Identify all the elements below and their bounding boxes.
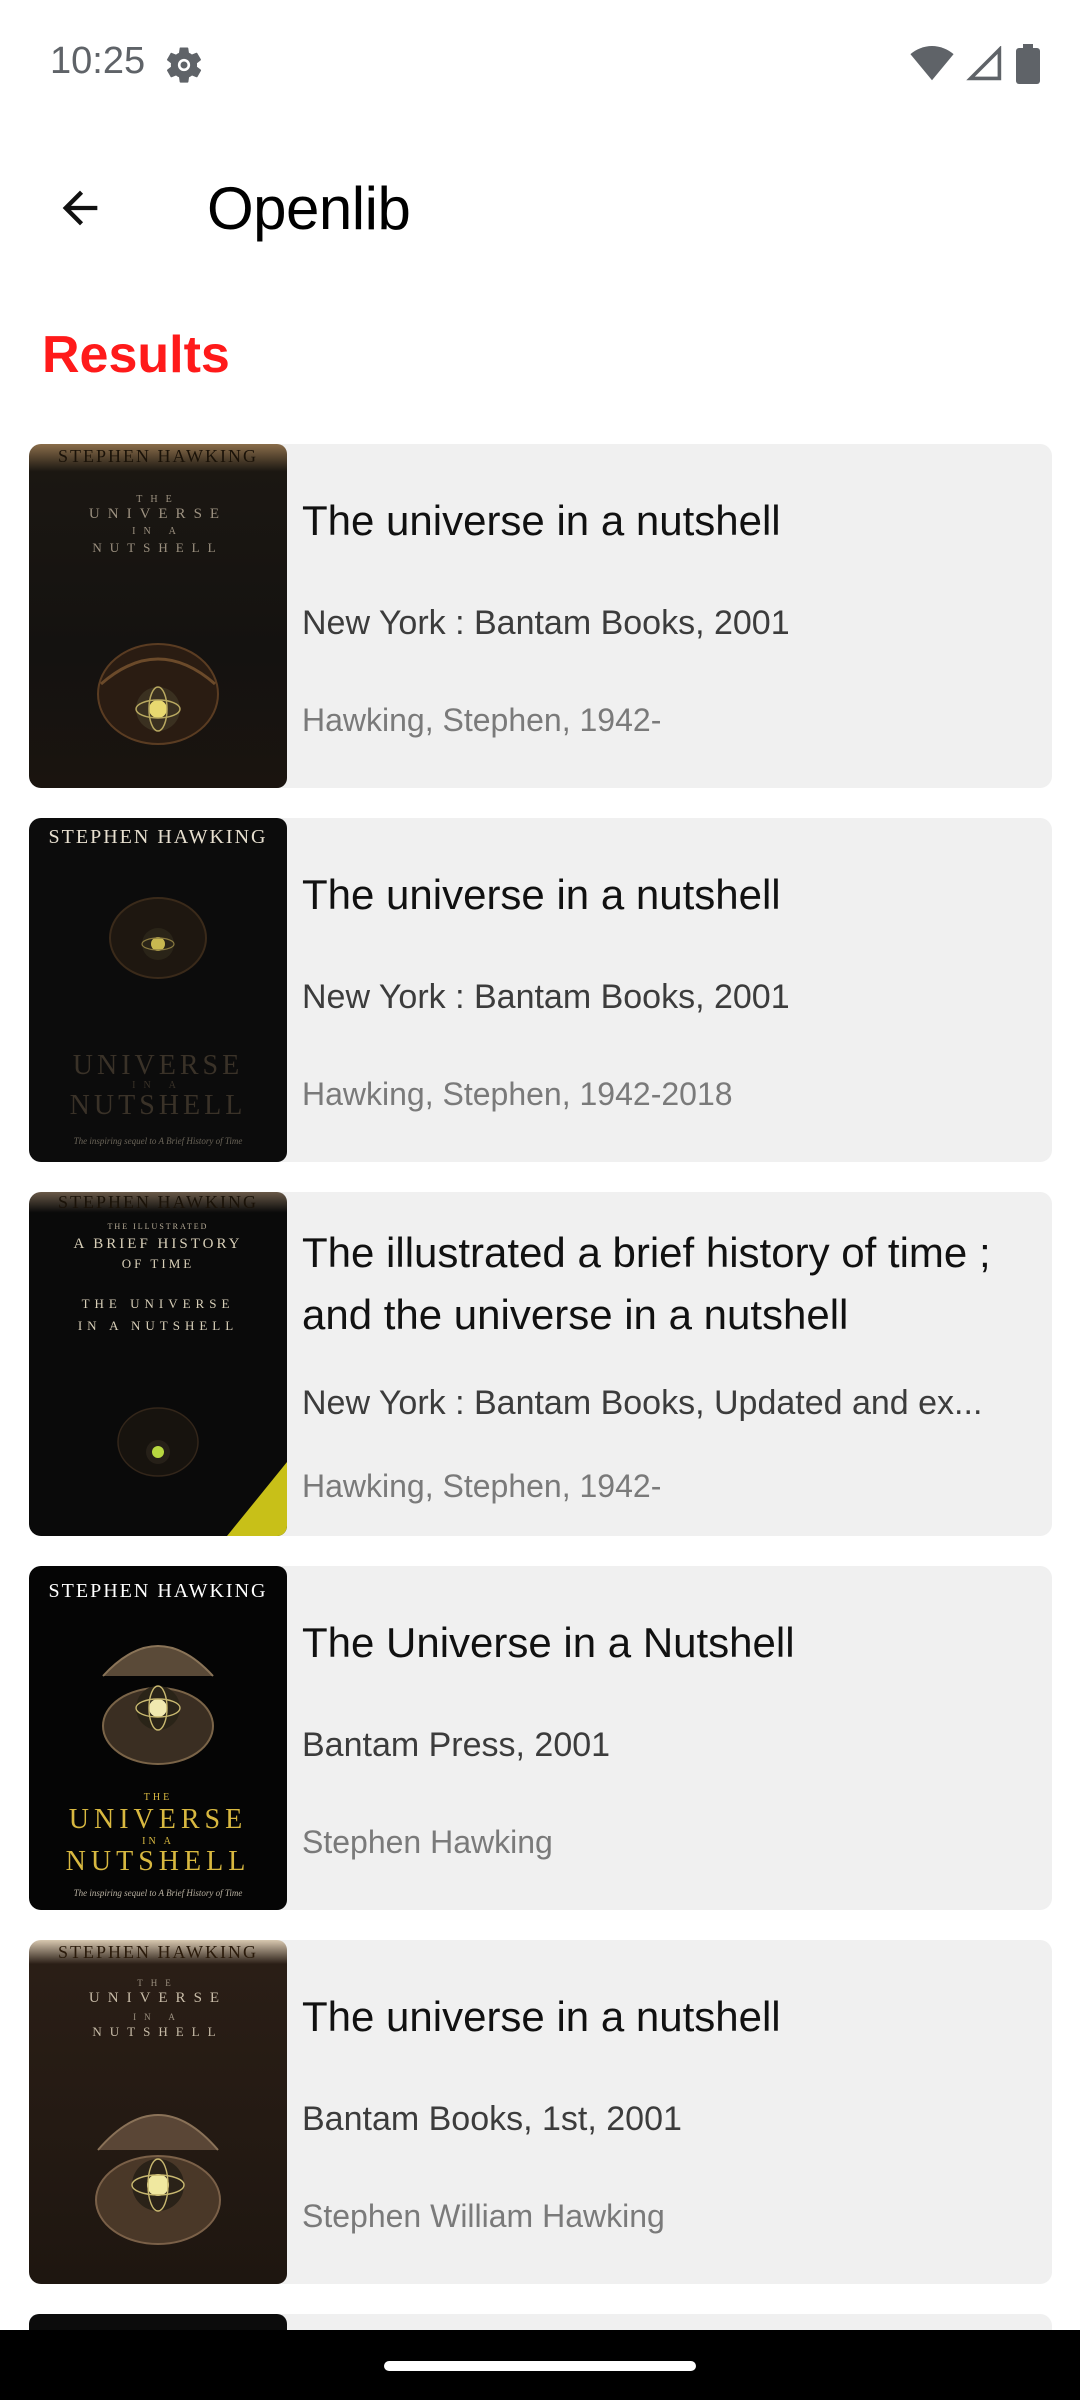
- book-list-item[interactable]: STEPHEN HAWKING UNIVERSE IN A NUTSHELL T…: [29, 818, 1052, 1162]
- nutshell-illustration: [109, 897, 207, 979]
- book-title: The universe in a nutshell: [302, 871, 781, 918]
- cover-title-line: NUTSHELL: [92, 540, 224, 555]
- book-cover-image: STEPHEN HAWKING THE UNIVERSE IN A NUTSHE…: [29, 1940, 287, 2284]
- cover-title-line: UNIVERSE: [68, 1804, 248, 1835]
- book-title: The Universe in a Nutshell: [302, 1619, 795, 1666]
- battery-icon: [1016, 44, 1040, 84]
- book-publisher: New York : Bantam Books, 2001: [302, 604, 790, 642]
- cover-title-line: A BRIEF HISTORY: [73, 1236, 243, 1252]
- status-bar: 10:25: [0, 0, 1080, 130]
- book-author: Stephen Hawking: [302, 1824, 553, 1860]
- cover-title-line: NUTSHELL: [92, 2024, 224, 2039]
- cover-subtitle: The inspiring sequel to A Brief History …: [73, 1136, 243, 1146]
- book-cover-image: STEPHEN HAWKING THE ILLUSTRATED A BRIEF …: [29, 1192, 287, 1536]
- book-publisher: Bantam Press, 2001: [302, 1726, 611, 1764]
- book-list-item[interactable]: STEPHEN HAWKING THE UNIVERSE IN A NUTSHE…: [29, 1940, 1052, 2284]
- arrow-back-icon: [54, 182, 106, 239]
- page-title: Openlib: [207, 175, 411, 242]
- book-cover-image: STEPHEN HAWKING UNIVERSE IN A NUTSHELL T…: [29, 818, 287, 1162]
- book-publisher: Bantam Books, 1st, 2001: [302, 2100, 682, 2138]
- cover-author-text: STEPHEN HAWKING: [48, 826, 268, 848]
- cover-author-text: STEPHEN HAWKING: [57, 1192, 259, 1212]
- book-list-item[interactable]: STEPHEN HAWKING THE UNIVERSE IN A NUTSHE…: [29, 444, 1052, 788]
- book-publisher: New York : Bantam Books, 2001: [302, 978, 790, 1016]
- book-author: Hawking, Stephen, 1942-: [302, 1468, 662, 1504]
- book-cover-image: STEPHEN HAWKING THE UNIVERSE IN A NUTSHE…: [29, 1566, 287, 1910]
- book-publisher: New York : Bantam Books, Updated and ex.…: [302, 1384, 983, 1422]
- back-button[interactable]: [40, 170, 120, 250]
- nutshell-illustration: [97, 643, 219, 745]
- wifi-icon: [910, 46, 954, 82]
- app-header: Openlib: [0, 160, 1080, 260]
- cover-corner-badge: [227, 1462, 287, 1536]
- cover-author-text: STEPHEN HAWKING: [57, 446, 259, 466]
- settings-gear-icon: [163, 44, 205, 86]
- book-author: Stephen William Hawking: [302, 2198, 665, 2234]
- cover-title-line: THE ILLUSTRATED: [107, 1222, 209, 1231]
- cover-title-line: UNIVERSE: [88, 1990, 228, 2006]
- cover-title-line: UNIVERSE: [72, 1050, 244, 1081]
- cover-title-line: IN A: [132, 526, 184, 537]
- book-author: Hawking, Stephen, 1942-: [302, 702, 662, 738]
- cover-title-line: THE: [136, 494, 180, 505]
- cover-title-line: OF TIME: [121, 1256, 195, 1271]
- cellular-signal-icon: [966, 46, 1004, 82]
- nutshell-illustration: [95, 2114, 221, 2245]
- nutshell-illustration: [102, 1645, 214, 1765]
- cover-subtitle: The inspiring sequel to A Brief History …: [73, 1888, 243, 1898]
- book-author: Hawking, Stephen, 1942-2018: [302, 1076, 733, 1112]
- cover-title-line: IN A: [133, 2012, 183, 2022]
- navigation-bar: [0, 2330, 1080, 2400]
- status-time: 10:25: [50, 40, 146, 82]
- book-list-item[interactable]: STEPHEN HAWKING THE ILLUSTRATED A BRIEF …: [29, 1192, 1052, 1536]
- results-list: STEPHEN HAWKING THE UNIVERSE IN A NUTSHE…: [29, 444, 1052, 2314]
- cover-title-line: THE: [143, 1792, 173, 1803]
- book-list-item[interactable]: STEPHEN HAWKING THE UNIVERSE IN A NUTSHE…: [29, 1566, 1052, 1910]
- cover-title-line: THE UNIVERSE: [81, 1296, 235, 1311]
- cover-author-text: STEPHEN HAWKING: [48, 1580, 268, 1602]
- book-cover-image: STEPHEN HAWKING THE UNIVERSE IN A NUTSHE…: [29, 444, 287, 788]
- results-heading: Results: [42, 326, 230, 384]
- cover-title-line: UNIVERSE: [88, 506, 228, 522]
- cover-title-line: THE: [137, 1978, 179, 1988]
- cover-title-line: NUTSHELL: [69, 1090, 247, 1121]
- book-title: The illustrated a brief history of time …: [302, 1229, 991, 1338]
- book-title: The universe in a nutshell: [302, 497, 781, 544]
- home-indicator[interactable]: [384, 2361, 696, 2371]
- nutshell-illustration: [117, 1407, 199, 1477]
- cover-author-text: STEPHEN HAWKING: [57, 1942, 259, 1962]
- book-title: The universe in a nutshell: [302, 1993, 781, 2040]
- cover-title-line: IN A NUTSHELL: [77, 1318, 239, 1333]
- cover-title-line: NUTSHELL: [65, 1846, 251, 1877]
